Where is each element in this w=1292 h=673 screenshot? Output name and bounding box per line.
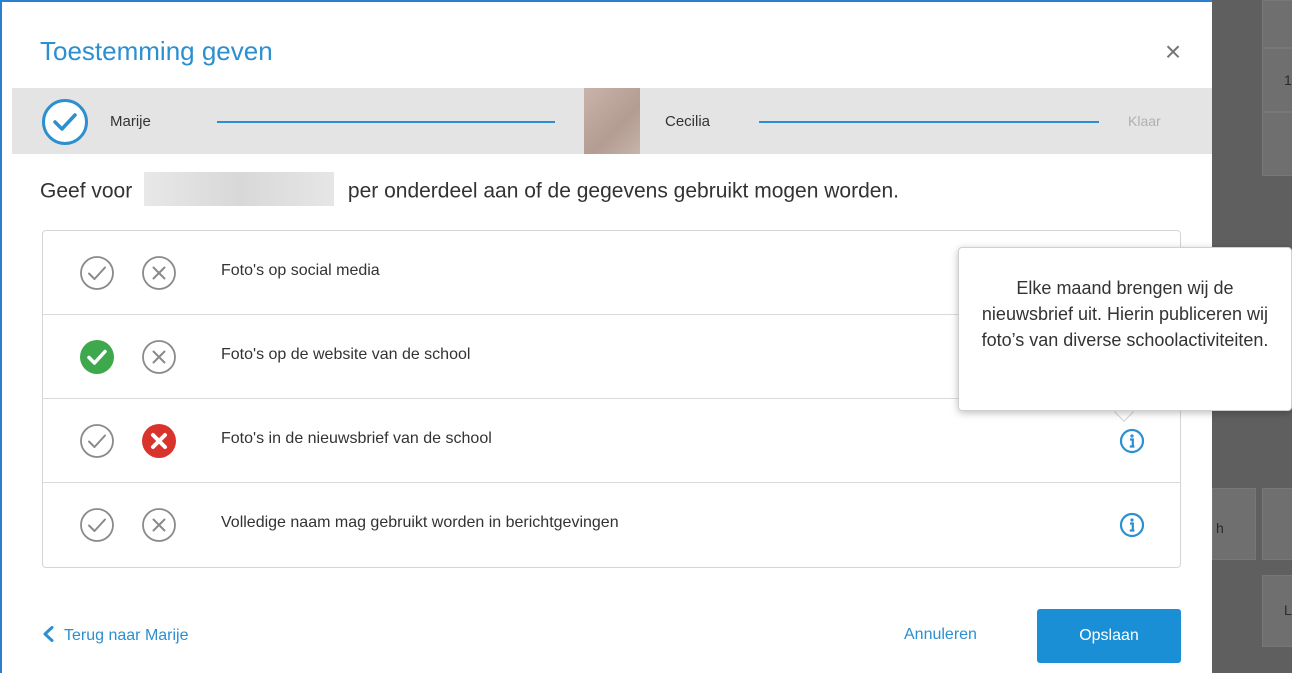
deny-toggle-icon[interactable] [141, 255, 177, 291]
approve-selected-icon[interactable] [79, 339, 115, 375]
consent-item-label: Foto's in de nieuwsbrief van de school [221, 430, 492, 447]
background-text-fragment: h [1216, 520, 1224, 536]
list-item: Foto's in de nieuwsbrief van de school [43, 399, 1180, 483]
dialog-title: Toestemming geven [40, 36, 273, 66]
instruction-prefix: Geef voor [40, 179, 133, 203]
step-label-klaar: Klaar [1128, 113, 1161, 129]
step-connector [759, 121, 1099, 123]
progress-stepper: Marije Cecilia Klaar [12, 88, 1212, 154]
step-label-marije: Marije [110, 113, 151, 130]
info-tooltip: Elke maand brengen wij de nieuwsbrief ui… [958, 247, 1292, 411]
approve-toggle-icon[interactable] [79, 255, 115, 291]
deny-selected-icon[interactable] [141, 423, 177, 459]
background-text-fragment: L [1284, 602, 1292, 618]
background-text-fragment: 1 [1284, 72, 1292, 88]
instruction-text: Geef voor per onderdeel aan of de gegeve… [40, 172, 899, 206]
consent-item-label: Volledige naam mag gebruikt worden in be… [221, 514, 619, 531]
approve-toggle-icon[interactable] [79, 423, 115, 459]
back-link[interactable]: Terug naar Marije [42, 626, 189, 647]
avatar [584, 88, 640, 154]
step-complete-check-icon [42, 99, 88, 145]
cancel-button[interactable]: Annuleren [904, 626, 977, 644]
consent-item-label: Foto's op social media [221, 262, 380, 279]
approve-toggle-icon[interactable] [79, 507, 115, 543]
step-connector [217, 121, 555, 123]
deny-toggle-icon[interactable] [141, 507, 177, 543]
instruction-suffix: per onderdeel aan of de gegevens gebruik… [347, 179, 899, 203]
deny-toggle-icon[interactable] [141, 339, 177, 375]
chevron-left-icon [42, 626, 54, 647]
info-icon[interactable] [1119, 512, 1145, 538]
background-card [1262, 0, 1292, 48]
background-card [1262, 112, 1292, 176]
close-button[interactable]: × [1160, 38, 1186, 66]
back-link-label: Terug naar Marije [64, 627, 189, 644]
consent-item-label: Foto's op de website van de school [221, 346, 471, 363]
info-icon[interactable] [1119, 428, 1145, 454]
save-button[interactable]: Opslaan [1037, 609, 1181, 663]
background-card [1262, 488, 1292, 560]
tooltip-text: Elke maand brengen wij de nieuwsbrief ui… [981, 278, 1269, 350]
list-item: Volledige naam mag gebruikt worden in be… [43, 483, 1180, 567]
redacted-name [144, 172, 335, 206]
step-label-cecilia: Cecilia [665, 113, 711, 130]
